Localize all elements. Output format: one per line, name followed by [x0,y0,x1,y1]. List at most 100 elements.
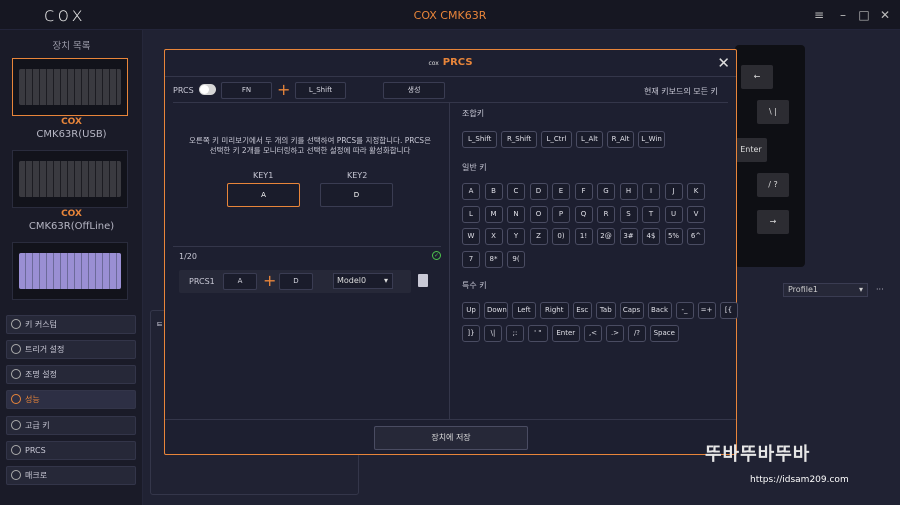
key-button[interactable]: M [484,205,503,223]
key-button[interactable]: 7 [462,250,480,268]
row-key1[interactable]: A [223,273,257,290]
key-button[interactable]: [{ [719,302,738,319]
key-button[interactable]: O [529,205,548,223]
keyboard-image [19,161,121,197]
key-button[interactable]: Left [512,302,536,319]
key-button[interactable]: Q [574,205,593,223]
menu-trigger[interactable]: 트리거 설정 [6,340,136,359]
key-button[interactable]: R_Shift [501,131,537,148]
key-button[interactable]: S [619,205,638,223]
key-button[interactable]: L_Win [638,131,665,148]
key2-box[interactable]: D [320,183,393,207]
key-button[interactable]: =+ [697,302,716,319]
profile-value: Profile1 [788,285,818,294]
profile-select[interactable]: Profile1 ▾ [783,283,868,297]
menu-key-custom[interactable]: 키 커스텀 [6,315,136,334]
key-button[interactable]: /? [628,324,646,342]
key-button[interactable]: K [687,183,705,200]
prcs-dialog: cox PRCS ✕ PRCS FN + L_Shift 생성 현재 키보드의 모… [164,49,738,455]
key-button[interactable]: ]} [462,324,480,342]
key-button[interactable]: F [574,183,593,200]
key-button[interactable]: N [507,205,525,223]
key-button[interactable]: 5% [664,228,683,245]
menu-label: PRCS [25,446,46,455]
key-button[interactable]: L_Shift [462,131,498,148]
instruction-text: 오른쪽 키 미리보기에서 두 개의 키를 선택하여 PRCS를 지정합니다. P… [189,136,431,155]
prcs-toggle[interactable] [199,84,216,95]
key-button[interactable]: 8* [484,250,503,268]
close-window-button[interactable]: ✕ [876,6,894,24]
key-button[interactable]: B [484,183,503,200]
menu-performance[interactable]: 성능 [6,390,136,409]
key-button[interactable]: Back [647,302,672,319]
key-button[interactable]: 1! [574,228,593,245]
key-button[interactable]: L [462,205,480,223]
key-button[interactable]: Caps [619,302,644,319]
key-button[interactable]: D [529,183,548,200]
key-button[interactable]: 2@ [597,228,615,245]
panel-text: ㅌ [156,320,164,329]
key-button[interactable]: \| [484,324,502,342]
row-key2[interactable]: D [279,273,313,290]
key-button[interactable]: .> [606,324,624,342]
key-button[interactable]: R [597,205,615,223]
key-button[interactable]: 9( [507,250,525,268]
key-button[interactable]: ' " [528,324,548,342]
key-button[interactable]: ;: [506,324,524,342]
menu-light[interactable]: 조명 설정 [6,365,136,384]
maximize-button[interactable]: □ [855,6,873,24]
key-button[interactable]: G [597,183,615,200]
key-button[interactable]: V [687,205,705,223]
key-button[interactable]: 0) [552,228,570,245]
key-button[interactable]: -_ [675,302,694,319]
key-button[interactable]: Enter [551,324,580,342]
key-button[interactable]: I [642,183,660,200]
device-card-offline[interactable] [12,150,128,208]
key-icon [11,319,21,329]
close-icon[interactable]: ✕ [717,54,730,72]
watermark: 뚜바뚜바뚜바 [705,444,811,465]
key-button[interactable]: Z [529,228,548,245]
key-button[interactable]: 4$ [642,228,660,245]
key-button[interactable]: Space [650,324,679,342]
key-button[interactable]: U [664,205,683,223]
menu-macro[interactable]: 매크로 [6,466,136,485]
key-button[interactable]: R_Alt [607,131,634,148]
key-button[interactable]: C [507,183,525,200]
trash-icon[interactable] [418,274,428,287]
key-button[interactable]: 3# [619,228,638,245]
generate-button[interactable]: 생성 [383,82,445,99]
key-button[interactable]: E [552,183,570,200]
key-button[interactable]: X [484,228,503,245]
key-button[interactable]: Right [540,302,569,319]
menu-label: 조명 설정 [25,370,57,379]
key-button[interactable]: L_Ctrl [540,131,572,148]
minimize-button[interactable]: – [834,6,852,24]
key-button[interactable]: J [664,183,683,200]
save-to-device-button[interactable]: 장치에 저장 [374,426,528,450]
key-button[interactable]: Esc [572,302,592,319]
key1-box[interactable]: A [227,183,300,207]
key-button[interactable]: 6^ [687,228,705,245]
menu-icon[interactable]: ≡ [810,6,828,24]
key-button[interactable]: Tab [596,302,616,319]
fn-key-button[interactable]: FN [221,82,272,99]
key-button[interactable]: H [619,183,638,200]
keyboard-preview: ← \ | Enter / ? → [735,45,805,267]
key-button[interactable]: P [552,205,570,223]
key-button[interactable]: ,< [584,324,602,342]
key-button[interactable]: A [462,183,480,200]
key-button[interactable]: Up [462,302,480,319]
key-button[interactable]: Y [507,228,525,245]
device-card-usb[interactable] [12,58,128,116]
key-button[interactable]: Down [484,302,508,319]
more-icon[interactable]: ··· [876,285,884,294]
key-button[interactable]: T [642,205,660,223]
lshift-key-button[interactable]: L_Shift [295,82,346,99]
mode-select[interactable]: Model0 ▾ [333,273,393,289]
key-button[interactable]: W [462,228,480,245]
menu-advanced-key[interactable]: 고급 키 [6,416,136,435]
menu-prcs[interactable]: PRCS [6,441,136,460]
key-button[interactable]: L_Alt [576,131,603,148]
device-card-3[interactable] [12,242,128,300]
